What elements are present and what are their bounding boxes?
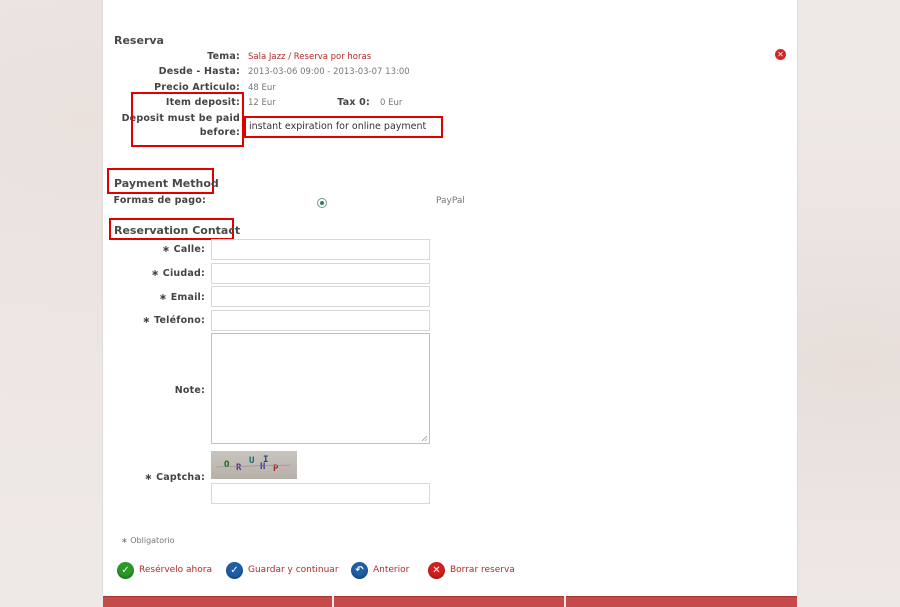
delete-reservation-label: Borrar reserva xyxy=(450,565,515,575)
section-title-reserva: Reserva xyxy=(114,34,164,47)
item-deposit-value: 12 Eur xyxy=(248,98,276,108)
desde-hasta-value: 2013-03-06 09:00 - 2013-03-07 13:00 xyxy=(248,67,410,77)
check-icon: ✓ xyxy=(226,561,243,579)
highlight-box-expiration xyxy=(244,116,443,138)
save-continue-button[interactable]: ✓ Guardar y continuar xyxy=(226,561,339,579)
email-label-text: Email: xyxy=(170,292,205,303)
reserve-now-button[interactable]: ✓ Resérvelo ahora xyxy=(117,561,212,579)
paypal-option-label: PayPal xyxy=(436,196,465,206)
close-icon[interactable]: ✕ xyxy=(775,49,786,60)
captcha-input[interactable] xyxy=(211,483,430,504)
calle-label-text: Calle: xyxy=(173,244,205,255)
ciudad-label-text: Ciudad: xyxy=(162,268,205,279)
previous-button[interactable]: ↶ Anterior xyxy=(351,561,409,579)
reserve-now-label: Resérvelo ahora xyxy=(139,565,212,575)
desde-hasta-label: Desde - Hasta: xyxy=(158,66,240,77)
bottom-tab-2[interactable] xyxy=(334,596,564,607)
ciudad-input[interactable] xyxy=(211,263,430,284)
required-note-text: Obligatorio xyxy=(130,536,175,545)
bottom-tab-3[interactable] xyxy=(566,596,797,607)
captcha-image: O R U H I P xyxy=(211,451,297,479)
save-continue-label: Guardar y continuar xyxy=(248,565,339,575)
paypal-radio[interactable] xyxy=(317,198,327,208)
resize-grip-icon[interactable] xyxy=(421,435,428,442)
calle-input[interactable] xyxy=(211,239,430,260)
required-note: ∗ Obligatorio xyxy=(121,536,175,545)
captcha-label: ∗ Captcha: xyxy=(144,472,205,483)
back-arrow-icon: ↶ xyxy=(351,561,368,579)
section-title-contact: Reservation Contact xyxy=(114,224,241,237)
calle-label: ∗ Calle: xyxy=(161,244,205,255)
captcha-noise xyxy=(215,464,292,468)
precio-value: 48 Eur xyxy=(248,83,276,93)
close-icon: ✕ xyxy=(428,561,445,579)
delete-reservation-button[interactable]: ✕ Borrar reserva xyxy=(428,561,515,579)
tema-value: Sala Jazz / Reserva por horas xyxy=(248,52,372,62)
note-textarea[interactable] xyxy=(211,333,430,444)
telefono-input[interactable] xyxy=(211,310,430,331)
section-title-payment: Payment Method xyxy=(114,177,219,190)
bottom-tab-1[interactable] xyxy=(103,596,332,607)
captcha-label-text: Captcha: xyxy=(156,472,205,483)
check-icon: ✓ xyxy=(117,561,134,579)
tema-label: Tema: xyxy=(207,51,240,62)
highlight-box-deposit-labels xyxy=(131,92,244,147)
ciudad-label: ∗ Ciudad: xyxy=(151,268,205,279)
tax-value: 0 Eur xyxy=(380,98,403,108)
email-label: ∗ Email: xyxy=(159,292,205,303)
formas-de-pago-label: Formas de pago: xyxy=(113,195,206,206)
telefono-label: ∗ Teléfono: xyxy=(142,315,205,326)
note-label: Note: xyxy=(174,385,205,396)
previous-label: Anterior xyxy=(373,565,410,575)
email-input[interactable] xyxy=(211,286,430,307)
telefono-label-text: Teléfono: xyxy=(154,315,205,326)
tax-label: Tax 0: xyxy=(337,97,370,108)
